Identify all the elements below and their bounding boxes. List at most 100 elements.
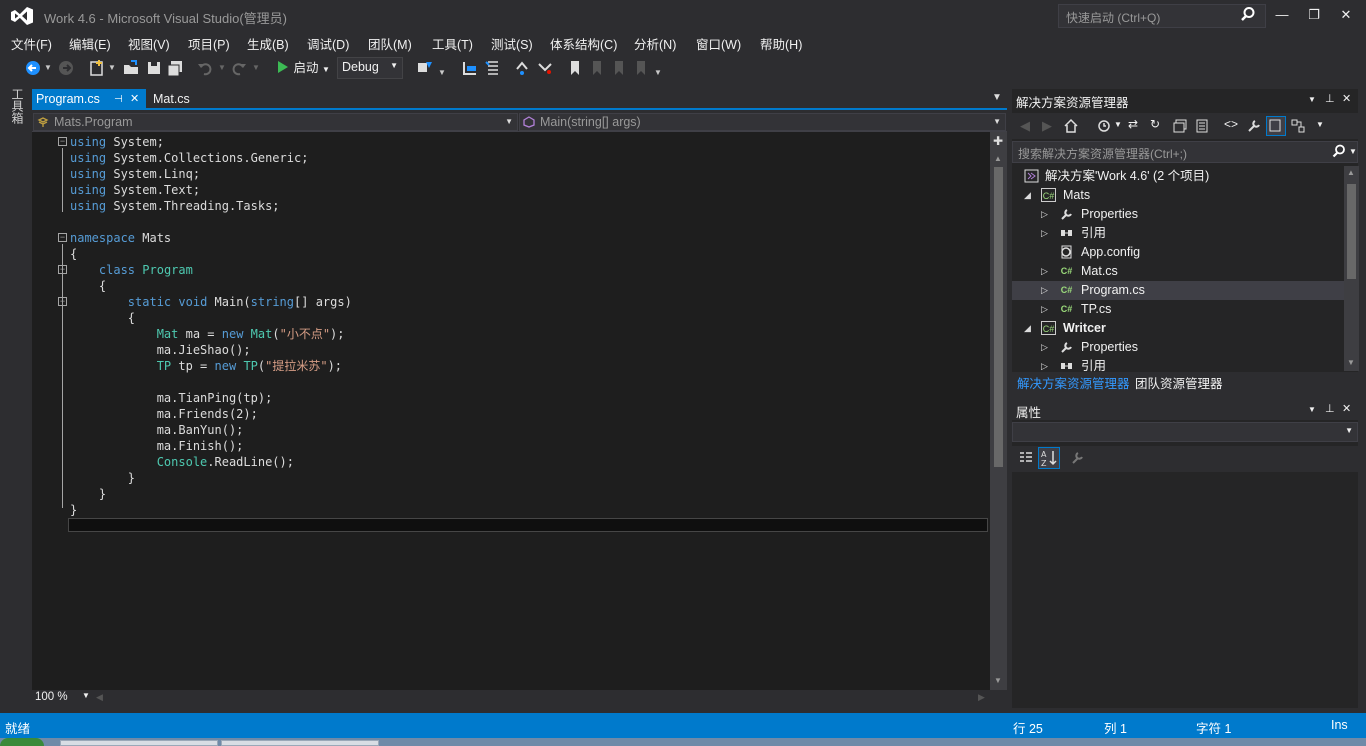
expanded-arrow-icon[interactable]: ◢ (1024, 319, 1031, 338)
redo-dropdown-icon[interactable]: ▼ (252, 59, 260, 77)
tree-item-app-config[interactable]: App.config (1012, 243, 1344, 262)
back-icon[interactable] (24, 59, 42, 77)
menu-window[interactable]: 窗口(W) (696, 34, 741, 53)
collapse-all-icon[interactable] (1172, 118, 1188, 134)
pending-dropdown-icon[interactable]: ▼ (1114, 120, 1122, 129)
editor-vertical-scrollbar[interactable]: ✚ ▲ ▼ (990, 132, 1007, 690)
menu-build[interactable]: 生成(B) (247, 34, 289, 53)
class-dropdown[interactable]: Mats.Program ▼ (33, 113, 518, 131)
menu-tools[interactable]: 工具(T) (432, 34, 473, 53)
collapse-icon[interactable]: − (58, 233, 67, 242)
scroll-thumb[interactable] (1347, 184, 1356, 279)
home-icon[interactable] (1063, 118, 1079, 134)
editor-horizontal-scrollbar[interactable]: ◀ ▶ (92, 690, 990, 707)
tree-item-references[interactable]: ▷ 引用 (1012, 357, 1344, 372)
alphabetical-sort-icon[interactable]: AZ (1038, 447, 1060, 469)
menu-analyze[interactable]: 分析(N) (634, 34, 676, 53)
search-options-icon[interactable]: ▼ (1349, 147, 1357, 156)
back-dropdown-icon[interactable]: ▼ (44, 59, 52, 77)
taskbar-button[interactable] (60, 740, 218, 746)
scroll-down-icon[interactable]: ▼ (994, 676, 1002, 685)
panel-menu-icon[interactable]: ▼ (1308, 405, 1316, 414)
maximize-button[interactable]: ❐ (1300, 4, 1328, 26)
expanded-arrow-icon[interactable]: ◢ (1024, 186, 1031, 205)
view-code-icon[interactable]: <> (1224, 117, 1238, 131)
tab-team-explorer[interactable]: 团队资源管理器 (1135, 373, 1223, 392)
redo-icon[interactable] (230, 59, 248, 77)
undo-icon[interactable] (196, 59, 214, 77)
start-orb-icon[interactable] (0, 738, 44, 746)
menu-debug[interactable]: 调试(D) (307, 34, 349, 53)
sync-icon[interactable]: ⇄ (1128, 117, 1138, 131)
scroll-right-icon[interactable]: ▶ (978, 692, 985, 703)
menu-help[interactable]: 帮助(H) (760, 34, 802, 53)
scroll-left-icon[interactable]: ◀ (96, 692, 103, 703)
uncomment-icon[interactable] (484, 59, 502, 77)
pin-icon[interactable]: ⊣ (114, 89, 123, 110)
tab-list-dropdown-icon[interactable]: ▼ (992, 92, 1006, 106)
categorized-icon[interactable] (1018, 450, 1034, 466)
step-over-icon[interactable] (536, 59, 554, 77)
menu-view[interactable]: 视图(V) (128, 34, 170, 53)
collapsed-arrow-icon[interactable]: ▷ (1041, 262, 1048, 281)
tab-program-cs[interactable]: Program.cs ⊣ ✕ (32, 89, 146, 110)
taskbar-button[interactable] (221, 740, 379, 746)
zoom-level-select[interactable]: 100 % ▼ (32, 691, 92, 707)
clear-bookmarks-icon[interactable] (632, 59, 650, 77)
find-dropdown-icon[interactable]: ▼ (438, 64, 446, 82)
comment-icon[interactable] (461, 59, 479, 77)
properties-wrench-icon[interactable] (1246, 118, 1262, 134)
tab-solution-explorer[interactable]: 解决方案资源管理器 (1017, 373, 1130, 392)
pin-icon[interactable]: ⊥ (1325, 92, 1335, 105)
close-tab-icon[interactable]: ✕ (130, 89, 139, 110)
next-bookmark-icon[interactable] (610, 59, 628, 77)
menu-file[interactable]: 文件(F) (11, 34, 52, 53)
menu-team[interactable]: 团队(M) (368, 34, 412, 53)
back-icon[interactable]: ◀ (1020, 118, 1030, 134)
forward-icon[interactable] (57, 59, 75, 77)
forward-icon[interactable]: ▶ (1042, 118, 1052, 134)
pin-icon[interactable]: ⊥ (1325, 402, 1335, 415)
close-panel-icon[interactable]: ✕ (1342, 92, 1351, 105)
tab-mat-cs[interactable]: Mat.cs (149, 89, 209, 110)
solution-explorer-scrollbar[interactable]: ▲ ▼ (1344, 166, 1359, 371)
code-editor[interactable]: − − − − using System; using System.Colle… (32, 132, 990, 690)
open-file-icon[interactable] (122, 59, 140, 77)
collapsed-arrow-icon[interactable]: ▷ (1041, 205, 1048, 224)
tree-item-project-mats[interactable]: ◢ C# Mats (1012, 186, 1344, 205)
tree-item-properties[interactable]: ▷ Properties (1012, 338, 1344, 357)
solution-configuration-select[interactable]: Debug ▼ (337, 57, 403, 79)
save-icon[interactable] (145, 59, 163, 77)
bookmark-icon[interactable] (566, 59, 584, 77)
collapsed-arrow-icon[interactable]: ▷ (1041, 300, 1048, 319)
close-panel-icon[interactable]: ✕ (1342, 402, 1351, 415)
class-view-icon[interactable] (1290, 118, 1306, 134)
collapsed-arrow-icon[interactable]: ▷ (1041, 338, 1048, 357)
toolbar-options-icon[interactable]: ▼ (654, 64, 662, 82)
undo-dropdown-icon[interactable]: ▼ (218, 59, 226, 77)
preview-selected-items-icon[interactable] (1266, 116, 1286, 136)
property-pages-icon[interactable] (1070, 450, 1086, 466)
quick-launch-input[interactable]: 快速启动 (Ctrl+Q) (1058, 4, 1266, 28)
solution-explorer-search-input[interactable]: 搜索解决方案资源管理器(Ctrl+;) (1012, 141, 1358, 163)
tree-item-tp-cs[interactable]: ▷ C# TP.cs (1012, 300, 1344, 319)
pending-changes-icon[interactable] (1096, 118, 1112, 134)
previous-bookmark-icon[interactable] (588, 59, 606, 77)
collapse-icon[interactable]: − (58, 137, 67, 146)
collapsed-arrow-icon[interactable]: ▷ (1041, 224, 1048, 243)
show-all-files-icon[interactable] (1194, 118, 1210, 134)
tree-item-mat-cs[interactable]: ▷ C# Mat.cs (1012, 262, 1344, 281)
search-icon[interactable] (1332, 144, 1346, 158)
code-text[interactable]: using System; using System.Collections.G… (70, 134, 352, 518)
find-in-files-icon[interactable] (416, 59, 434, 77)
tree-item-properties[interactable]: ▷ Properties (1012, 205, 1344, 224)
menu-edit[interactable]: 编辑(E) (69, 34, 111, 53)
tree-item-references[interactable]: ▷ 引用 (1012, 224, 1344, 243)
scroll-up-icon[interactable]: ▲ (994, 154, 1002, 163)
member-dropdown[interactable]: Main(string[] args) ▼ (519, 113, 1006, 131)
split-editor-icon[interactable]: ✚ (993, 134, 1003, 148)
menu-test[interactable]: 测试(S) (491, 34, 533, 53)
scroll-thumb[interactable] (994, 167, 1003, 467)
properties-object-select[interactable]: ▼ (1012, 422, 1358, 442)
start-debugging-button[interactable]: 启动 ▼ (276, 58, 330, 78)
